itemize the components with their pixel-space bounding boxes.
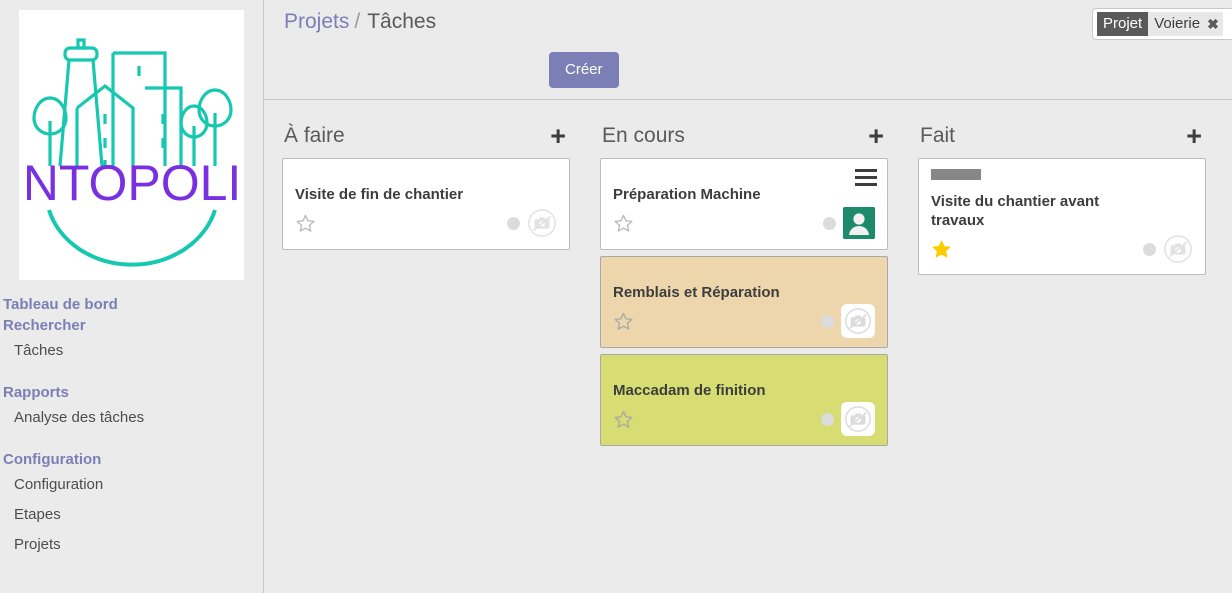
task-card-footer — [295, 208, 557, 238]
sidebar-item-configuration[interactable]: Configuration — [0, 449, 263, 470]
column-title: En cours — [602, 124, 685, 147]
task-card-title: Préparation Machine — [613, 186, 761, 203]
project-filter-input[interactable]: Projet Voierie ✖ — [1092, 8, 1232, 40]
breadcrumb-separator: / — [354, 10, 361, 33]
task-card-badges — [1143, 234, 1193, 264]
task-card[interactable]: Maccadam de finition — [600, 354, 888, 446]
kanban-column-a-faire: À faire + Visite de fin de chantier — [264, 114, 582, 592]
task-card[interactable]: Visite du chantier avant travaux — [918, 158, 1206, 275]
task-card-title: Visite de fin de chantier — [295, 186, 464, 203]
task-card-footer — [931, 234, 1193, 264]
sidebar-item-rapports[interactable]: Rapports — [0, 382, 263, 403]
star-outline-icon[interactable] — [613, 311, 634, 332]
star-outline-icon[interactable] — [295, 213, 316, 234]
task-card-badges — [507, 208, 557, 238]
status-dot-icon — [507, 216, 520, 230]
task-card-title: Maccadam de finition — [613, 382, 766, 399]
logo-brand-text: ANTOPOLIS — [27, 155, 237, 211]
breadcrumb-link-projets[interactable]: Projets — [284, 10, 349, 33]
kanban-board: À faire + Visite de fin de chantier En c… — [264, 100, 1232, 592]
main-content: Projets / Tâches Créer Projet Voierie ✖ À … — [264, 0, 1232, 593]
star-filled-icon[interactable] — [931, 239, 952, 260]
status-dot-icon — [821, 412, 834, 426]
sidebar-item-dashboard[interactable]: Tableau de bord — [0, 294, 263, 315]
no-camera-icon[interactable] — [841, 304, 875, 338]
no-camera-icon[interactable] — [1163, 234, 1193, 264]
filter-chip-key: Projet — [1097, 12, 1149, 36]
task-card-badges — [821, 304, 875, 338]
task-card-footer — [613, 402, 875, 436]
status-dot-icon — [821, 314, 834, 328]
no-camera-icon[interactable] — [527, 208, 557, 238]
task-card[interactable]: Remblais et Réparation — [600, 256, 888, 348]
star-outline-icon[interactable] — [613, 409, 634, 430]
task-card-label-bar — [931, 169, 981, 180]
nav-gap — [0, 433, 263, 449]
column-header: En cours + — [600, 114, 888, 158]
nav-gap — [0, 366, 263, 382]
task-card-title: Remblais et Réparation — [613, 284, 780, 301]
star-outline-icon[interactable] — [613, 213, 634, 234]
kanban-column-fait: Fait + Visite du chantier avant travaux — [900, 114, 1218, 592]
task-card-badges — [823, 207, 875, 239]
add-card-plus-icon[interactable]: + — [868, 123, 886, 150]
close-icon[interactable]: ✖ — [1207, 12, 1219, 36]
sidebar-item-etapes[interactable]: Etapes — [0, 500, 263, 530]
city-skyline-logo-icon: ANTOPOLIS — [27, 37, 237, 267]
status-dot-icon — [823, 216, 836, 230]
no-camera-icon[interactable] — [841, 402, 875, 436]
column-header: Fait + — [918, 114, 1206, 158]
column-title: À faire — [284, 124, 345, 147]
task-card-badges — [821, 402, 875, 436]
column-title: Fait — [920, 124, 956, 147]
status-dot-icon — [1143, 242, 1156, 256]
avatar[interactable] — [843, 207, 875, 239]
sidebar-item-search[interactable]: Rechercher — [0, 315, 263, 336]
task-card[interactable]: Préparation Machine — [600, 158, 888, 250]
breadcrumb-current: Tâches — [367, 10, 437, 33]
add-card-plus-icon[interactable]: + — [550, 123, 568, 150]
sidebar-item-taches[interactable]: Tâches — [0, 336, 263, 366]
column-cards: Visite du chantier avant travaux — [918, 158, 1206, 275]
column-cards: Préparation Machine Remblais et Réparati… — [600, 158, 888, 446]
sidebar-item-projets[interactable]: Projets — [0, 530, 263, 560]
create-button[interactable]: Créer — [549, 52, 619, 88]
logo-panel: ANTOPOLIS — [19, 10, 244, 280]
task-card-title: Visite du chantier avant travaux — [931, 193, 1100, 229]
hamburger-menu-icon[interactable] — [855, 169, 877, 186]
sidebar-item-analyse-des-taches[interactable]: Analyse des tâches — [0, 403, 263, 433]
top-bar: Projets / Tâches Créer Projet Voierie ✖ — [264, 0, 1232, 100]
column-header: À faire + — [282, 114, 570, 158]
sidebar: ANTOPOLIS Tableau de bord Rechercher Tâc… — [0, 0, 264, 593]
task-card-footer — [613, 304, 875, 338]
task-card[interactable]: Visite de fin de chantier — [282, 158, 570, 250]
breadcrumb: Projets / Tâches — [284, 8, 436, 36]
filter-chip-value: Voierie ✖ — [1148, 12, 1223, 36]
column-cards: Visite de fin de chantier — [282, 158, 570, 250]
app-root: ANTOPOLIS Tableau de bord Rechercher Tâc… — [0, 0, 1232, 593]
sidebar-nav: Tableau de bord Rechercher Tâches Rappor… — [0, 280, 263, 560]
task-card-footer — [613, 207, 875, 239]
add-card-plus-icon[interactable]: + — [1186, 123, 1204, 150]
kanban-column-en-cours: En cours + Préparation Machine Remblais … — [582, 114, 900, 592]
filter-chip[interactable]: Projet Voierie ✖ — [1097, 12, 1223, 36]
sidebar-item-configuration-item[interactable]: Configuration — [0, 470, 263, 500]
filter-chip-value-text: Voierie — [1154, 15, 1201, 32]
